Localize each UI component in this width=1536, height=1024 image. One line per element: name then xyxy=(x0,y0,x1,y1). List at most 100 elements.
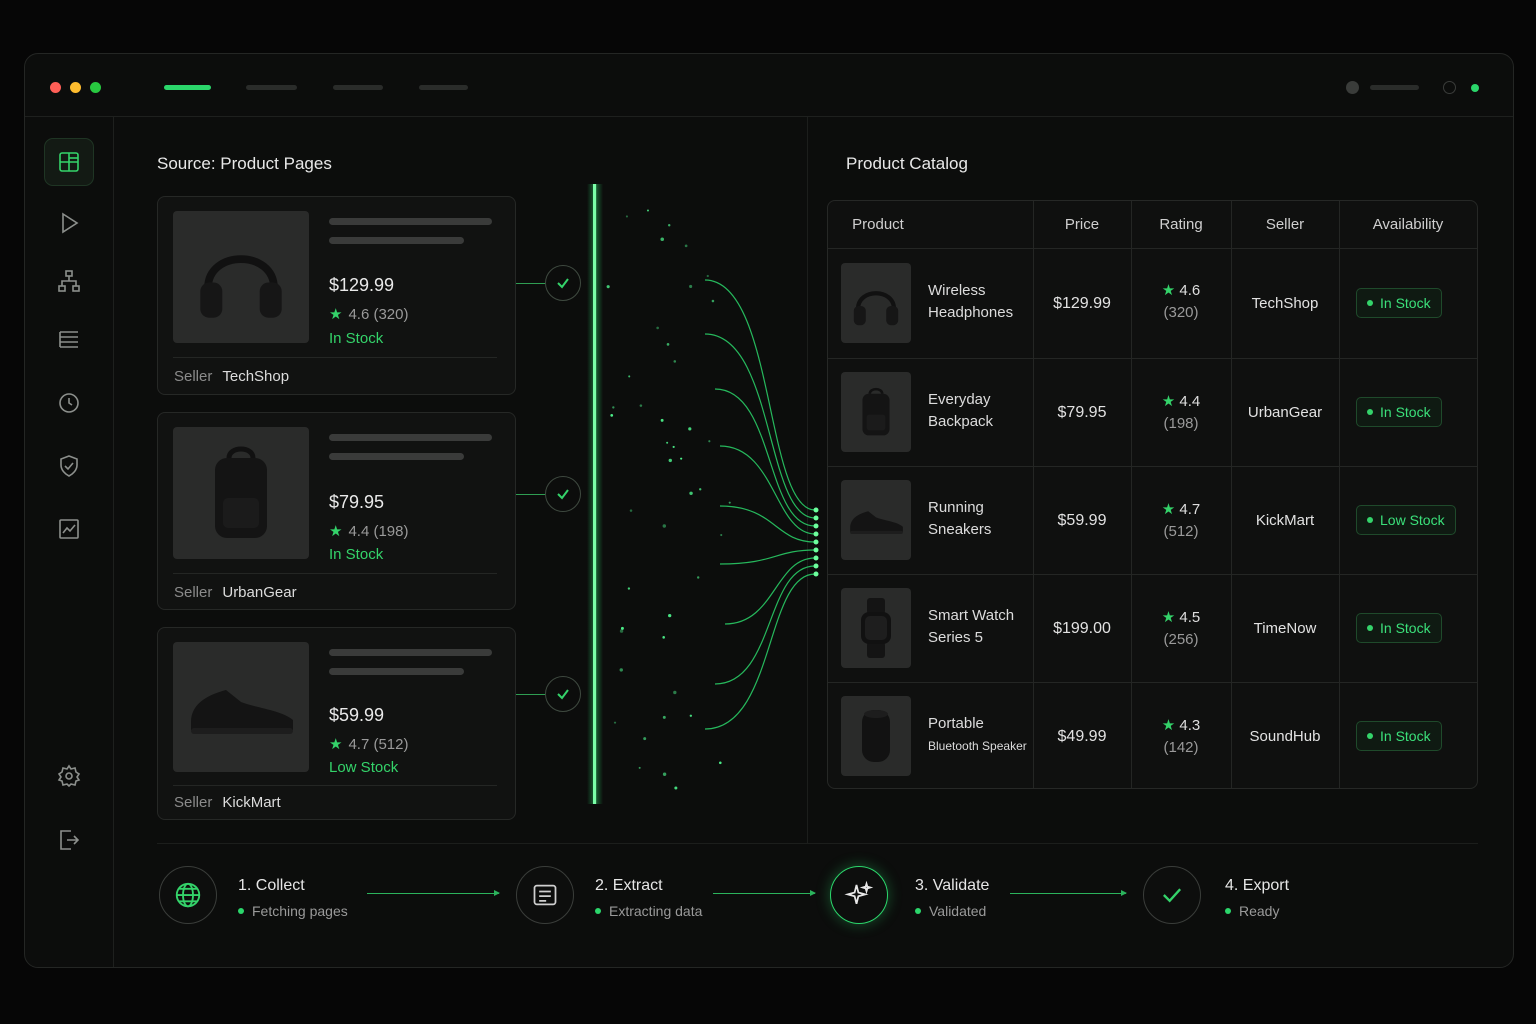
availability-text: In Stock xyxy=(1380,620,1431,636)
text-placeholder xyxy=(329,453,464,460)
table-row[interactable]: Portable Bluetooth Speaker $49.99 ★ 4.3 (1… xyxy=(828,683,1477,788)
seller-label: Seller xyxy=(174,368,213,385)
title-bar xyxy=(25,54,1513,117)
step-extract[interactable] xyxy=(516,866,574,924)
rating-count: (198) xyxy=(1163,415,1199,432)
nav-run[interactable] xyxy=(44,199,94,247)
data-particle xyxy=(662,772,667,776)
status-dot xyxy=(1367,733,1373,739)
product-price: $79.95 xyxy=(329,492,385,512)
nav-dashboard[interactable] xyxy=(44,138,94,186)
data-particle xyxy=(689,714,693,717)
data-particle xyxy=(688,427,692,431)
product-rating: ★ 4.5 (256) xyxy=(1131,607,1231,651)
table-row[interactable]: Everyday Backpack $79.95 ★ 4.4 (198) Urban… xyxy=(828,359,1477,466)
nav-history[interactable] xyxy=(44,379,94,427)
tab-4[interactable] xyxy=(419,85,468,90)
step-status: Fetching pages xyxy=(238,903,348,919)
data-particle xyxy=(696,576,700,579)
seller-row: Seller TechShop xyxy=(174,368,289,385)
product-card[interactable]: $59.99 ★ 4.7 (512) Low Stock Seller KickMa… xyxy=(157,627,516,820)
source-title: Source: Product Pages xyxy=(157,154,332,173)
gear-icon xyxy=(57,764,81,788)
nav-analytics[interactable] xyxy=(44,505,94,553)
nav-logout[interactable] xyxy=(44,816,94,864)
play-icon xyxy=(62,212,79,234)
maximize-window-button[interactable] xyxy=(90,82,101,93)
column-header-price[interactable]: Price xyxy=(1033,201,1131,248)
data-particle xyxy=(643,737,647,741)
status-ring-icon xyxy=(1443,81,1456,94)
step-export[interactable] xyxy=(1143,866,1201,924)
text-placeholder xyxy=(329,649,492,656)
sidebar xyxy=(25,117,114,967)
table-row[interactable]: Wireless Headphones $129.99 ★ 4.6 (320) Te… xyxy=(828,249,1477,358)
availability-badge: In Stock xyxy=(1356,397,1442,427)
data-particle xyxy=(627,587,631,590)
product-name-line: Sneakers xyxy=(928,521,992,538)
seller-name: TechShop xyxy=(222,368,290,385)
minimize-window-button[interactable] xyxy=(70,82,81,93)
status-dot xyxy=(1367,625,1373,631)
nav-security[interactable] xyxy=(44,442,94,490)
star-icon: ★ xyxy=(1161,609,1176,626)
data-particle xyxy=(662,715,666,719)
data-particle xyxy=(606,285,610,289)
data-particle xyxy=(638,766,641,769)
stock-status: In Stock xyxy=(329,546,384,563)
seller-name: UrbanGear xyxy=(1247,404,1323,421)
product-thumbnail xyxy=(841,372,911,452)
step-validate[interactable] xyxy=(830,866,888,924)
step-arrow xyxy=(713,890,816,896)
product-rating: ★ 4.6 (320) xyxy=(1131,280,1231,324)
rating-text: 4.4 (198) xyxy=(348,522,409,540)
data-particle xyxy=(666,343,670,346)
tab-2[interactable] xyxy=(246,85,297,90)
product-rating: ★ 4.4 (198) xyxy=(329,522,409,541)
product-image xyxy=(173,427,309,559)
product-price: $129.99 xyxy=(1053,294,1111,312)
star-icon: ★ xyxy=(329,736,343,753)
data-particle xyxy=(699,488,702,491)
product-name-line: Portable xyxy=(928,715,984,732)
star-icon: ★ xyxy=(1161,393,1176,410)
step-collect[interactable] xyxy=(159,866,217,924)
backpack-icon xyxy=(215,446,267,538)
step-status: Ready xyxy=(1225,903,1279,919)
card-divider xyxy=(173,573,497,574)
headphones-icon xyxy=(200,255,282,318)
column-header-product[interactable]: Product xyxy=(828,201,928,248)
step-title: 2. Extract xyxy=(595,877,663,894)
availability-badge: In Stock xyxy=(1356,613,1442,643)
product-card[interactable]: $79.95 ★ 4.4 (198) In Stock Seller UrbanGe… xyxy=(157,412,516,610)
step-title: 1. Collect xyxy=(238,877,305,894)
product-name-line: Backpack xyxy=(928,413,994,430)
rating-value: 4.7 xyxy=(1179,501,1201,518)
data-particle xyxy=(706,274,709,278)
product-rating: ★ 4.4 (198) xyxy=(1131,391,1231,435)
table-row[interactable]: Smart Watch Series 5 $199.00 ★ 4.5 (256) T… xyxy=(828,575,1477,682)
availability-badge: In Stock xyxy=(1356,288,1442,318)
column-header-seller[interactable]: Seller xyxy=(1231,201,1339,248)
pipeline-divider xyxy=(157,843,1478,844)
nav-workflows[interactable] xyxy=(44,257,94,305)
close-window-button[interactable] xyxy=(50,82,61,93)
product-thumbnail xyxy=(841,480,911,560)
column-header-rating[interactable]: Rating xyxy=(1131,201,1231,248)
rating-value: 4.4 xyxy=(1179,393,1201,410)
tab-active[interactable] xyxy=(164,85,211,90)
status-dot xyxy=(915,908,921,914)
column-header-availability[interactable]: Availability xyxy=(1339,201,1477,248)
nav-records[interactable] xyxy=(44,316,94,364)
status-dot xyxy=(595,908,601,914)
nav-settings[interactable] xyxy=(44,752,94,800)
stock-status: In Stock xyxy=(329,330,384,347)
product-card[interactable]: $129.99 ★ 4.6 (320) In Stock Seller TechSh… xyxy=(157,196,516,395)
tab-3[interactable] xyxy=(333,85,383,90)
product-name-line: Wireless xyxy=(928,282,986,299)
data-particle xyxy=(718,761,722,765)
data-particle xyxy=(667,224,671,227)
data-particle xyxy=(711,299,715,303)
table-row[interactable]: Running Sneakers $59.99 ★ 4.7 (512) KickMa… xyxy=(828,467,1477,574)
data-particle xyxy=(612,406,615,409)
